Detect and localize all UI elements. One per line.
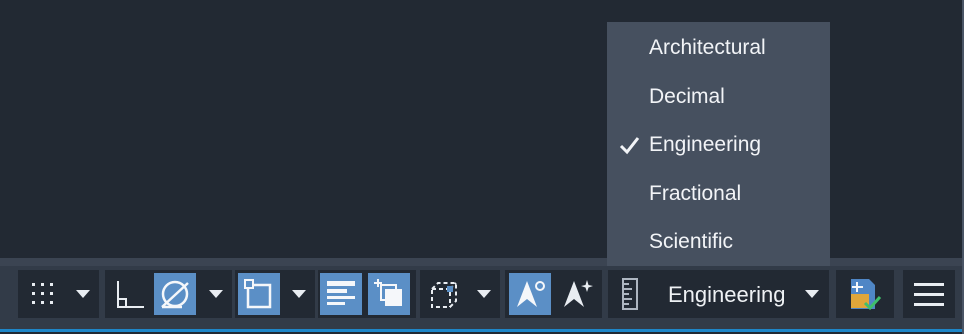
menu-item-label: Scientific bbox=[649, 230, 734, 253]
selection-cycling-icon bbox=[374, 279, 402, 306]
3d-snap-dropdown-caret[interactable] bbox=[472, 273, 496, 315]
annotation-visibility-icon bbox=[517, 281, 545, 307]
menu-item-label: Fractional bbox=[649, 182, 742, 205]
menu-item-scientific[interactable]: Scientific bbox=[607, 220, 830, 264]
menu-item-engineering[interactable]: Engineering bbox=[607, 123, 830, 167]
checkmark-icon bbox=[617, 123, 641, 167]
menu-item-label: Decimal bbox=[649, 85, 725, 108]
menu-item-architectural[interactable]: Architectural bbox=[607, 26, 830, 70]
lineweight-icon bbox=[327, 281, 355, 305]
units-dropdown-caret[interactable] bbox=[799, 273, 825, 315]
annotation-visibility-button[interactable] bbox=[509, 273, 551, 315]
lineweight-button[interactable] bbox=[320, 273, 362, 315]
menu-item-label: Architectural bbox=[649, 36, 766, 59]
selection-cycling-button[interactable] bbox=[368, 273, 410, 315]
ortho-mode-icon bbox=[117, 281, 144, 308]
customization-menu-button[interactable] bbox=[908, 273, 950, 315]
object-snap-icon bbox=[244, 279, 272, 309]
quick-properties-icon bbox=[851, 279, 882, 311]
units-current-value[interactable]: Engineering bbox=[668, 281, 785, 309]
polar-tracking-button[interactable] bbox=[154, 273, 196, 315]
3d-object-snap-button[interactable] bbox=[422, 273, 464, 315]
units-icon-button bbox=[612, 273, 648, 315]
object-snap-dropdown-caret[interactable] bbox=[287, 273, 311, 315]
quick-properties-button[interactable] bbox=[844, 273, 886, 315]
3d-object-snap-icon bbox=[431, 282, 457, 308]
grid-dropdown-caret[interactable] bbox=[71, 273, 95, 315]
polar-tracking-icon bbox=[161, 280, 189, 309]
menu-item-decimal[interactable]: Decimal bbox=[607, 75, 830, 119]
polar-tracking-dropdown-caret[interactable] bbox=[204, 273, 228, 315]
units-icon bbox=[622, 278, 638, 310]
grid-display-button[interactable] bbox=[22, 273, 64, 315]
window-bottom-border bbox=[0, 329, 962, 332]
menu-item-fractional[interactable]: Fractional bbox=[607, 172, 830, 216]
grid-display-icon bbox=[32, 283, 53, 304]
menu-item-label: Engineering bbox=[649, 133, 762, 156]
customization-menu-icon bbox=[914, 283, 944, 306]
object-snap-button[interactable] bbox=[238, 273, 280, 315]
auto-scale-icon bbox=[564, 280, 593, 307]
ortho-mode-button[interactable] bbox=[108, 273, 150, 315]
auto-scale-button[interactable] bbox=[556, 273, 598, 315]
units-dropdown-menu: Architectural Decimal Engineering Fracti… bbox=[607, 22, 830, 266]
